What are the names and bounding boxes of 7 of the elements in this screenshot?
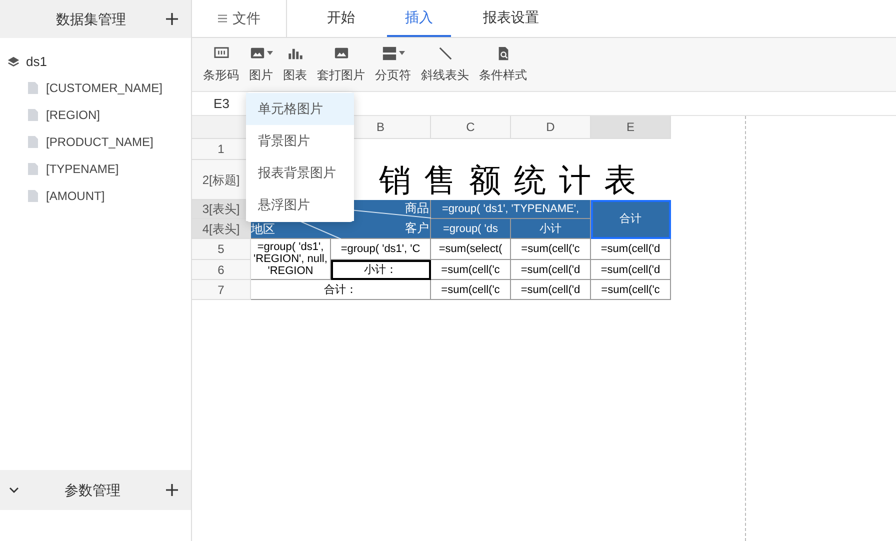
- header-label: 客户: [405, 220, 429, 236]
- panel-title: 数据集管理: [56, 10, 126, 28]
- header-label: 地区: [251, 222, 275, 236]
- report-title: 销售额统计表: [379, 160, 649, 201]
- header-label: 商品: [405, 200, 429, 216]
- cell-reference: E3: [212, 94, 230, 113]
- panel-title: 参数管理: [64, 480, 120, 500]
